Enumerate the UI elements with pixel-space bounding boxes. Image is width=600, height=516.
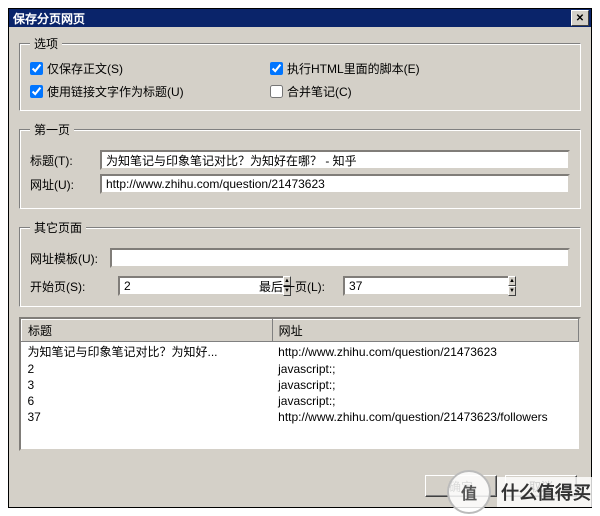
template-label: 网址模板(U): [30,250,110,267]
checkbox-merge-notes-input[interactable] [270,85,283,98]
checkbox-merge-notes[interactable]: 合并笔记(C) [270,83,530,100]
col-header-title[interactable]: 标题 [22,320,273,342]
checkbox-run-scripts-input[interactable] [270,62,283,75]
checkbox-save-body-only-input[interactable] [30,62,43,75]
end-page-down[interactable]: ▼ [508,286,516,296]
url-input[interactable] [100,174,570,194]
title-input[interactable] [100,150,570,170]
dialog-window: 保存分页网页 ✕ 选项 仅保存正文(S) 执行HTML里面的脚本(E) [8,8,592,508]
checkbox-run-scripts[interactable]: 执行HTML里面的脚本(E) [270,60,530,77]
checkbox-save-body-only[interactable]: 仅保存正文(S) [30,60,230,77]
cancel-button[interactable]: 取消 [505,475,577,497]
other-pages-group: 其它页面 网址模板(U): 开始页(S): ▲ ▼ 最后一页(L [19,219,581,307]
checkbox-link-text-as-title-input[interactable] [30,85,43,98]
table-row[interactable]: 3javascript:; [22,377,579,393]
template-input[interactable] [110,248,570,268]
col-header-url[interactable]: 网址 [272,320,578,342]
end-page-spinner[interactable]: ▲ ▼ [343,276,418,296]
title-label: 标题(T): [30,152,100,169]
end-page-input[interactable] [343,276,508,296]
table-row[interactable]: 6javascript:; [22,393,579,409]
other-pages-legend: 其它页面 [30,219,86,236]
options-group: 选项 仅保存正文(S) 执行HTML里面的脚本(E) 使用链接文字作为标题(U) [19,35,581,111]
end-page-label: 最后一页(L): [259,278,325,295]
close-icon: ✕ [576,13,584,24]
start-page-label: 开始页(S): [30,278,100,295]
dialog-title: 保存分页网页 [13,10,571,27]
titlebar: 保存分页网页 ✕ [9,9,591,27]
page-list[interactable]: 标题 网址 为知笔记与印象笔记对比？为知好...http://www.zhihu… [19,317,581,451]
table-row[interactable]: 为知笔记与印象笔记对比？为知好...http://www.zhihu.com/q… [22,342,579,362]
first-page-group: 第一页 标题(T): 网址(U): [19,121,581,209]
list-header-row: 标题 网址 [22,320,579,342]
checkbox-link-text-as-title[interactable]: 使用链接文字作为标题(U) [30,83,230,100]
close-button[interactable]: ✕ [571,10,589,26]
table-row[interactable]: 2javascript:; [22,361,579,377]
url-label: 网址(U): [30,176,100,193]
options-legend: 选项 [30,35,62,52]
start-page-spinner[interactable]: ▲ ▼ [118,276,193,296]
end-page-up[interactable]: ▲ [508,276,516,286]
first-page-legend: 第一页 [30,121,74,138]
table-row[interactable]: 37http://www.zhihu.com/question/21473623… [22,409,579,425]
ok-button[interactable]: 确定 [425,475,497,497]
